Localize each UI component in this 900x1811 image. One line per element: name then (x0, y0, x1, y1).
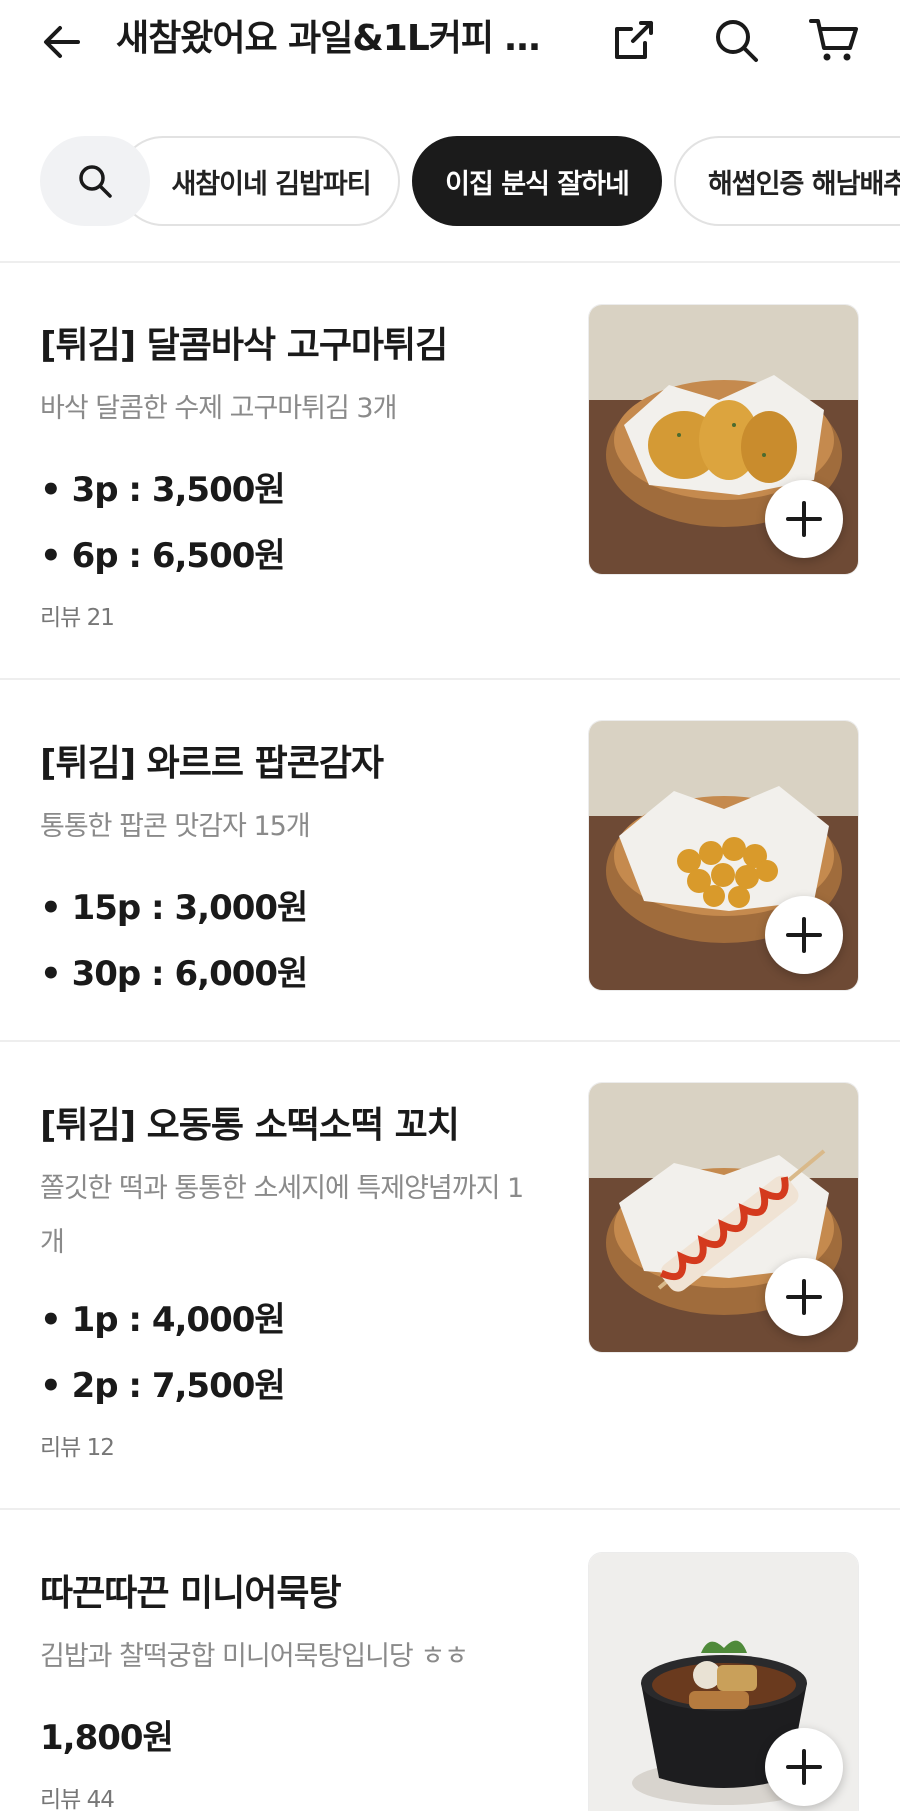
menu-item-price: • 1p : 4,000원 (40, 1300, 286, 1340)
cart-icon (809, 19, 858, 61)
plus-icon (786, 917, 822, 953)
menu-item-description: 김밥과 찰떡궁합 미니어묵탕입니당 ㅎㅎ (40, 1641, 469, 1672)
review-count: 리뷰 21 (40, 605, 115, 631)
chip-label: 해썹인증 해남배추 (708, 168, 900, 200)
review-count: 리뷰 12 (40, 1435, 115, 1461)
menu-item-price: • 30p : 6,000원 (40, 954, 308, 994)
search-button[interactable] (704, 8, 768, 72)
share-icon (615, 21, 653, 59)
chip-label: 새참이네 김밥파티 (171, 168, 371, 200)
menu-item-price: • 2p : 7,500원 (40, 1366, 286, 1406)
category-chip-cabbage[interactable]: 해썹인증 해남배추 (674, 136, 900, 226)
back-arrow-icon (44, 26, 80, 58)
menu-item-name: [튀김] 와르르 팝콘감자 (40, 743, 384, 784)
menu-item[interactable]: 따끈따끈 미니어묵탕 김밥과 찰떡궁합 미니어묵탕입니당 ㅎㅎ 1,800원 리… (0, 1510, 900, 1811)
menu-item-price: • 3p : 3,500원 (40, 470, 286, 510)
menu-item[interactable]: [튀김] 달콤바삭 고구마튀김 바삭 달콤한 수제 고구마튀김 3개 • 3p … (0, 262, 900, 678)
category-chip-bar: 새참이네 김밥파티 이집 분식 잘하네 해썹인증 해남배추 (0, 136, 900, 226)
menu-item-price: 1,800원 (40, 1718, 174, 1758)
menu-item[interactable]: [튀김] 오동통 소떡소떡 꼬치 쫄깃한 떡과 통통한 소세지에 특제양념까지 … (0, 1042, 900, 1508)
page-title: 새참왔어요 과일&1L커피 괴산점 (116, 18, 556, 59)
search-icon (79, 165, 112, 198)
plus-icon (786, 1749, 822, 1785)
category-search-button[interactable] (40, 136, 150, 226)
category-chip-bunsik[interactable]: 이집 분식 잘하네 (412, 136, 662, 226)
menu-item-description: 쫄깃한 떡과 통통한 소세지에 특제양념까지 1개 (40, 1173, 524, 1258)
menu-item-description: 바삭 달콤한 수제 고구마튀김 3개 (40, 393, 397, 424)
add-to-cart-button[interactable] (765, 480, 843, 558)
search-icon (716, 20, 758, 62)
menu-item-name: [튀김] 오동통 소떡소떡 꼬치 (40, 1105, 460, 1146)
plus-icon (786, 501, 822, 537)
menu-item-description: 통통한 팝콘 맛감자 15개 (40, 811, 311, 842)
back-button[interactable] (30, 10, 94, 74)
menu-item-price: • 15p : 3,000원 (40, 888, 308, 928)
menu-item-name: [튀김] 달콤바삭 고구마튀김 (40, 325, 448, 366)
menu-item[interactable]: [튀김] 와르르 팝콘감자 통통한 팝콘 맛감자 15개 • 15p : 3,0… (0, 680, 900, 1040)
menu-item-name: 따끈따끈 미니어묵탕 (40, 1573, 342, 1614)
add-to-cart-button[interactable] (765, 1728, 843, 1806)
plus-icon (786, 1279, 822, 1315)
review-count: 리뷰 44 (40, 1787, 115, 1811)
top-app-bar: 새참왔어요 과일&1L커피 괴산점 (0, 0, 900, 90)
chip-label: 이집 분식 잘하네 (445, 168, 630, 200)
menu-item-price: • 6p : 6,500원 (40, 536, 286, 576)
category-chip-kimbap[interactable]: 새참이네 김밥파티 (118, 136, 400, 226)
add-to-cart-button[interactable] (765, 896, 843, 974)
cart-button[interactable] (802, 8, 866, 72)
add-to-cart-button[interactable] (765, 1258, 843, 1336)
share-button[interactable] (602, 8, 666, 72)
